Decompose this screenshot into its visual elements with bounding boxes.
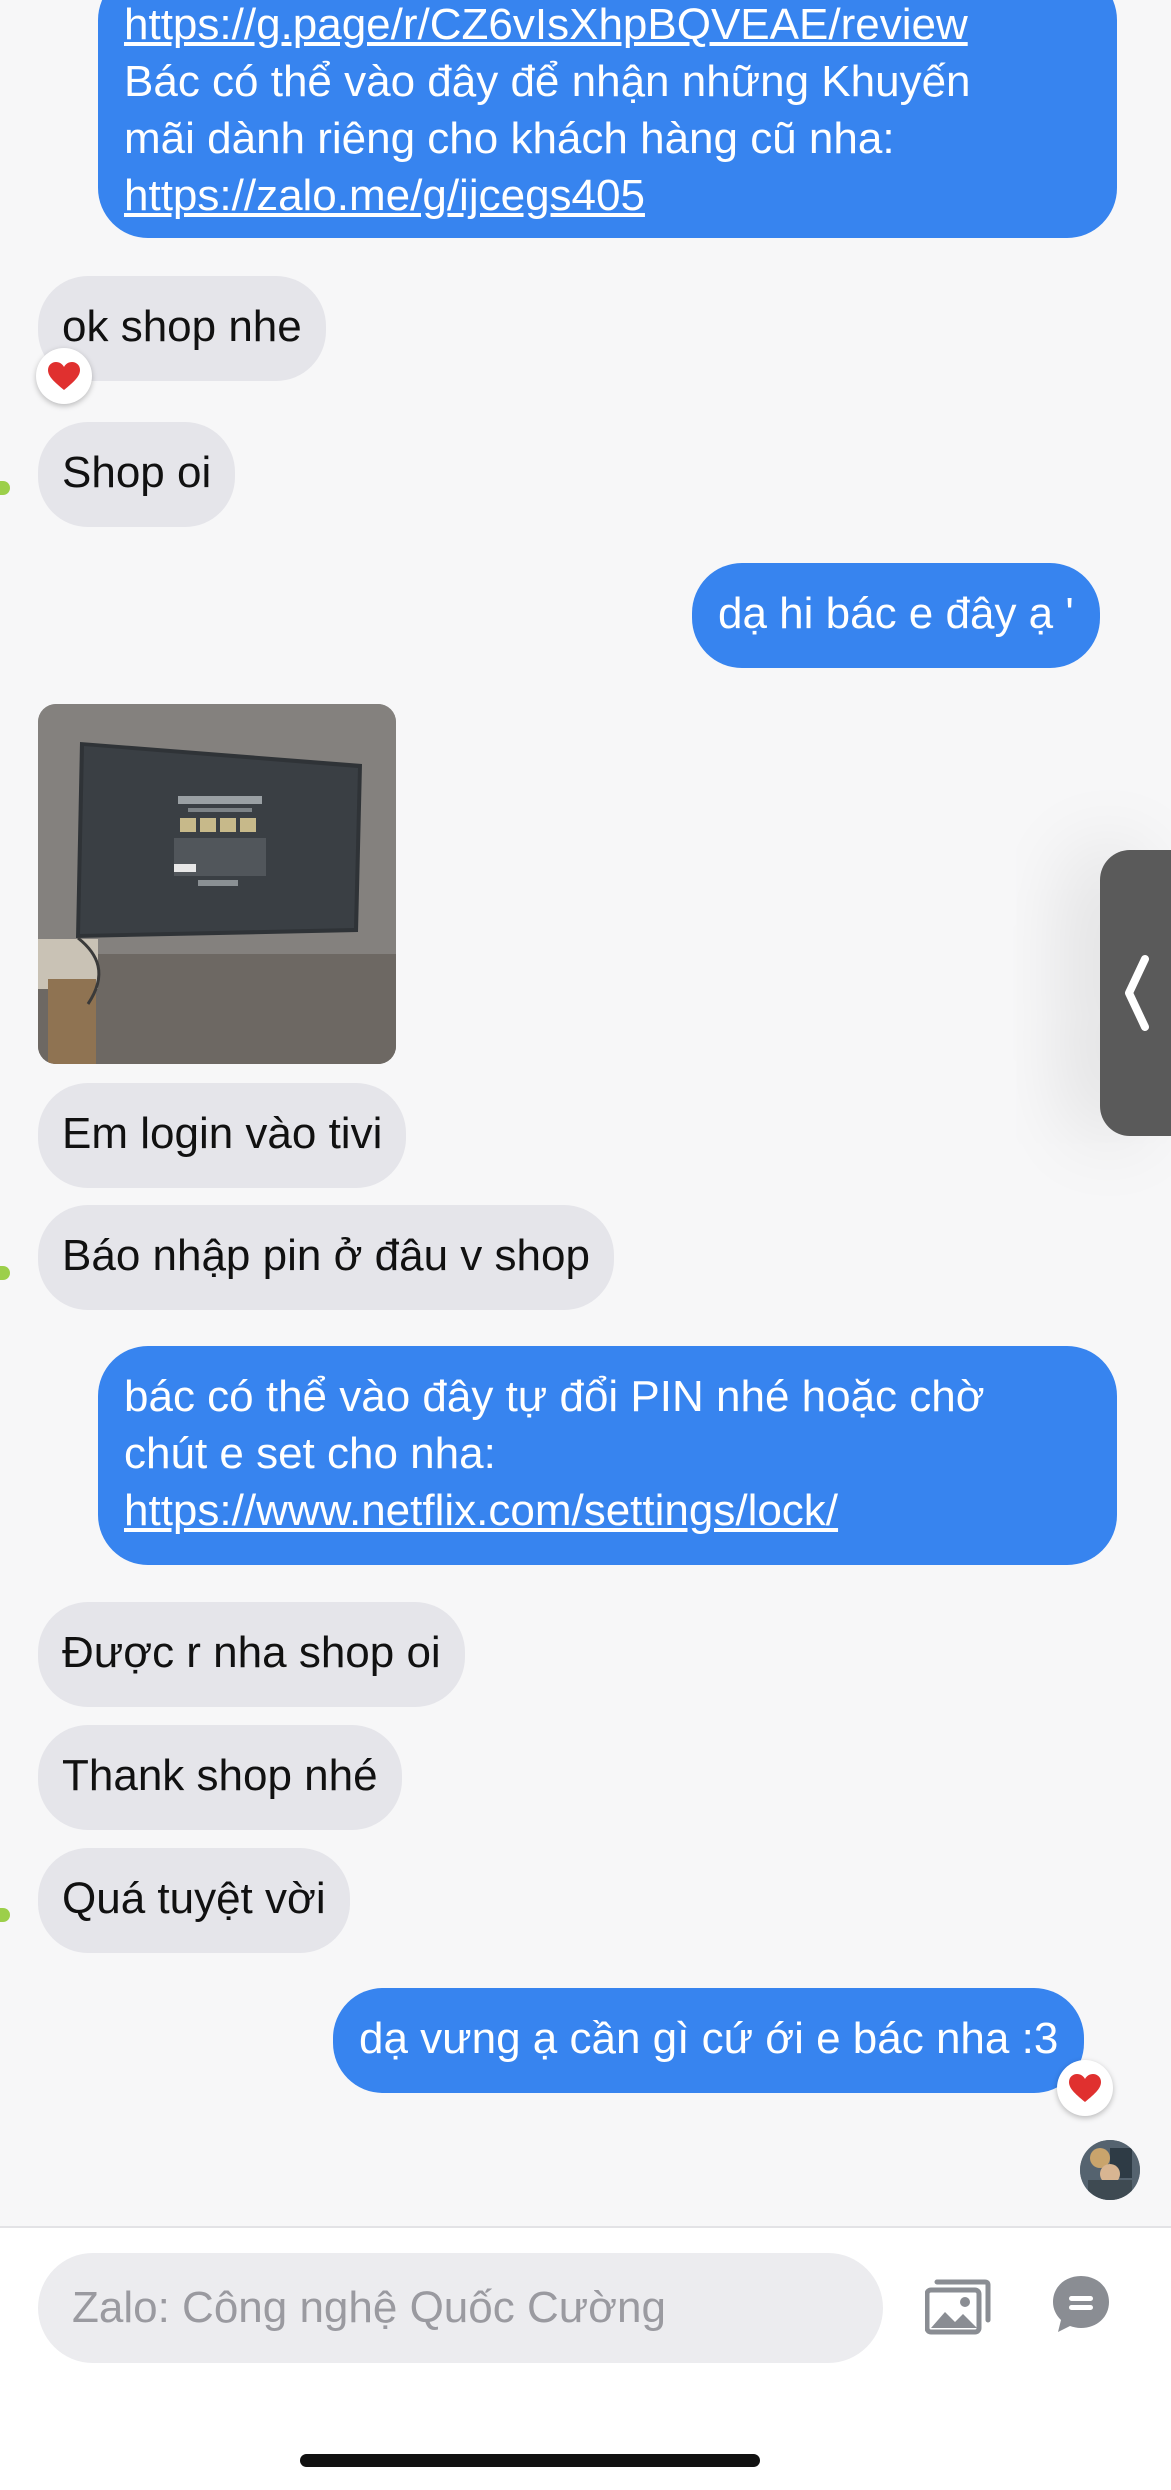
message-text: chút e set cho nha: [124, 1429, 496, 1478]
message-text: ok shop nhe [62, 302, 302, 351]
message-text: Được r nha shop oi [62, 1628, 441, 1677]
chevron-left-icon [1124, 955, 1149, 1031]
sender-indicator [0, 1266, 10, 1280]
outgoing-message[interactable]: https://g.page/r/CZ6vIsXhpBQVEAE/review … [98, 0, 1117, 238]
sender-indicator [0, 1908, 10, 1922]
heart-icon [1069, 2074, 1101, 2102]
message-input-placeholder: Zalo: Công nghệ Quốc Cường [72, 2283, 666, 2332]
home-indicator [300, 2454, 760, 2467]
outgoing-message[interactable]: dạ hi bác e đây ạ ' [692, 563, 1100, 668]
heart-icon [48, 362, 80, 390]
message-text: dạ hi bác e đây ạ ' [718, 589, 1074, 638]
incoming-message[interactable]: Quá tuyệt vời [38, 1848, 350, 1953]
image-gallery-icon [924, 2279, 991, 2335]
sticker-button[interactable] [1050, 2273, 1112, 2335]
side-drawer-handle[interactable] [1100, 850, 1171, 1136]
photo-message[interactable] [38, 704, 396, 1064]
seen-avatar [1080, 2140, 1140, 2200]
message-input[interactable]: Zalo: Công nghệ Quốc Cường [38, 2253, 883, 2363]
message-text: Em login vào tivi [62, 1109, 383, 1158]
message-link[interactable]: https://g.page/r/CZ6vIsXhpBQVEAE/review [124, 0, 1091, 53]
message-text: mãi dành riêng cho khách hàng cũ nha: [124, 114, 895, 163]
gallery-button[interactable] [924, 2276, 991, 2338]
message-reaction[interactable] [1057, 2060, 1113, 2116]
message-text: Bác có thể vào đây để nhận những Khuyến [124, 57, 971, 106]
message-reaction[interactable] [36, 348, 92, 404]
chat-bubble-icon [1053, 2276, 1109, 2332]
message-text: Thank shop nhé [62, 1751, 378, 1800]
message-link[interactable]: https://www.netflix.com/settings/lock/ [124, 1482, 1091, 1539]
chat-thread[interactable]: https://g.page/r/CZ6vIsXhpBQVEAE/review … [0, 0, 1171, 2224]
incoming-message[interactable]: Shop oi [38, 422, 236, 527]
message-composer: Zalo: Công nghệ Quốc Cường [0, 2226, 1171, 2490]
outgoing-message[interactable]: dạ vưng ạ cần gì cứ ới e bác nha :3 [333, 1988, 1085, 2093]
incoming-message[interactable]: Em login vào tivi [38, 1083, 407, 1188]
message-link[interactable]: https://zalo.me/g/ijcegs405 [124, 167, 1091, 224]
incoming-message[interactable]: Thank shop nhé [38, 1725, 402, 1830]
message-text: Quá tuyệt vời [62, 1874, 326, 1923]
outgoing-message[interactable]: bác có thể vào đây tự đổi PIN nhé hoặc c… [98, 1346, 1117, 1565]
sender-indicator [0, 481, 10, 495]
incoming-message[interactable]: Báo nhập pin ở đâu v shop [38, 1205, 614, 1310]
tv-photo [38, 704, 396, 1064]
message-text: Shop oi [62, 448, 212, 497]
incoming-message[interactable]: Được r nha shop oi [38, 1602, 465, 1707]
message-text: bác có thể vào đây tự đổi PIN nhé hoặc c… [124, 1372, 985, 1421]
message-text: Báo nhập pin ở đâu v shop [62, 1231, 590, 1280]
message-text: dạ vưng ạ cần gì cứ ới e bác nha :3 [359, 2014, 1059, 2063]
